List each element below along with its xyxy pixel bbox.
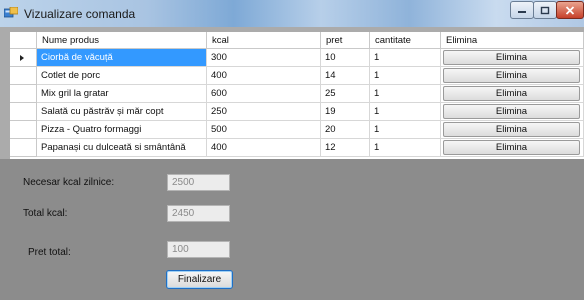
cell-kcal[interactable]: 250 (207, 103, 321, 121)
cell-kcal[interactable]: 300 (207, 49, 321, 67)
table-row[interactable]: Salată cu păstrăv și măr copt 250 19 1 E… (10, 103, 584, 121)
table-row[interactable]: Pizza - Quatro formaggi 500 20 1 Elimina (10, 121, 584, 139)
cell-name[interactable]: Pizza - Quatro formaggi (37, 121, 207, 139)
finalize-button[interactable]: Finalizare (166, 270, 233, 289)
cell-cantitate[interactable]: 1 (370, 67, 441, 85)
cell-elimina: Elimina (441, 67, 584, 85)
pret-total-field[interactable] (167, 241, 230, 258)
cell-kcal[interactable]: 500 (207, 121, 321, 139)
cell-name[interactable]: Salată cu păstrăv și măr copt (37, 103, 207, 121)
cell-elimina: Elimina (441, 139, 584, 157)
pret-total-label: Pret total: (28, 247, 71, 258)
row-header-corner (10, 32, 37, 49)
close-icon (565, 5, 575, 15)
cell-elimina: Elimina (441, 49, 584, 67)
cell-cantitate[interactable]: 1 (370, 103, 441, 121)
table-row[interactable]: Ciorbă de văcuță 300 10 1 Elimina (10, 49, 584, 67)
title-bar[interactable]: Vizualizare comanda (0, 0, 584, 27)
order-window: Vizualizare comanda Nume produs kcal pre… (0, 0, 584, 300)
cell-pret[interactable]: 20 (321, 121, 370, 139)
necesar-kcal-label: Necesar kcal zilnice: (23, 177, 115, 188)
cell-pret[interactable]: 19 (321, 103, 370, 121)
cell-pret[interactable]: 14 (321, 67, 370, 85)
remove-button[interactable]: Elimina (443, 122, 580, 137)
row-header[interactable] (10, 121, 37, 139)
cell-elimina: Elimina (441, 85, 584, 103)
row-header[interactable] (10, 103, 37, 121)
remove-button[interactable]: Elimina (443, 68, 580, 83)
remove-button[interactable]: Elimina (443, 104, 580, 119)
cell-name[interactable]: Ciorbă de văcuță (37, 49, 207, 67)
column-header-name[interactable]: Nume produs (37, 32, 207, 49)
cell-elimina: Elimina (441, 103, 584, 121)
cell-cantitate[interactable]: 1 (370, 139, 441, 157)
necesar-kcal-field[interactable] (167, 174, 230, 191)
cell-cantitate[interactable]: 1 (370, 121, 441, 139)
cell-pret[interactable]: 10 (321, 49, 370, 67)
column-header-pret[interactable]: pret (321, 32, 370, 49)
cell-elimina: Elimina (441, 121, 584, 139)
maximize-icon (540, 6, 550, 14)
maximize-button[interactable] (533, 1, 557, 19)
remove-button[interactable]: Elimina (443, 86, 580, 101)
app-icon (4, 7, 18, 18)
cell-kcal[interactable]: 400 (207, 67, 321, 85)
cell-kcal[interactable]: 600 (207, 85, 321, 103)
cell-name[interactable]: Cotlet de porc (37, 67, 207, 85)
cell-pret[interactable]: 25 (321, 85, 370, 103)
order-grid: Nume produs kcal pret cantitate Elimina … (0, 27, 584, 159)
cell-name[interactable]: Papanași cu dulceată si smântână (37, 139, 207, 157)
cell-cantitate[interactable]: 1 (370, 85, 441, 103)
row-header[interactable] (10, 67, 37, 85)
cell-kcal[interactable]: 400 (207, 139, 321, 157)
column-header-elimina[interactable]: Elimina (441, 32, 584, 49)
minimize-icon (518, 11, 526, 13)
row-header[interactable] (10, 139, 37, 157)
total-kcal-field[interactable] (167, 205, 230, 222)
column-header-cantitate[interactable]: cantitate (370, 32, 441, 49)
table-row[interactable]: Cotlet de porc 400 14 1 Elimina (10, 67, 584, 85)
column-header-kcal[interactable]: kcal (207, 32, 321, 49)
table-row[interactable]: Papanași cu dulceată si smântână 400 12 … (10, 139, 584, 157)
close-button[interactable] (556, 1, 584, 19)
cell-name[interactable]: Mix gril la gratar (37, 85, 207, 103)
grid-body: Nume produs kcal pret cantitate Elimina … (10, 32, 584, 159)
window-title: Vizualizare comanda (24, 7, 136, 21)
minimize-button[interactable] (510, 1, 534, 19)
total-kcal-label: Total kcal: (23, 208, 68, 219)
cell-cantitate[interactable]: 1 (370, 49, 441, 67)
current-row-arrow-icon (20, 55, 24, 61)
row-header[interactable] (10, 49, 37, 67)
table-row[interactable]: Mix gril la gratar 600 25 1 Elimina (10, 85, 584, 103)
remove-button[interactable]: Elimina (443, 50, 580, 65)
remove-button[interactable]: Elimina (443, 140, 580, 155)
cell-pret[interactable]: 12 (321, 139, 370, 157)
row-header[interactable] (10, 85, 37, 103)
